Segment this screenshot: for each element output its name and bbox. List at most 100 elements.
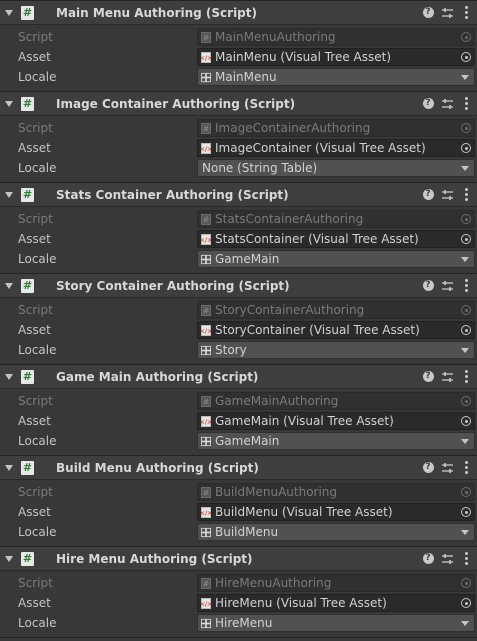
csharp-script-icon: #: [21, 460, 34, 475]
chevron-down-icon[interactable]: [461, 530, 469, 535]
component-header[interactable]: # Main Menu Authoring (Script) ?: [0, 1, 477, 25]
object-picker-icon[interactable]: [461, 143, 471, 153]
chevron-down-icon[interactable]: [461, 257, 469, 262]
svg-text:</>: </>: [201, 55, 211, 62]
help-icon[interactable]: ?: [421, 6, 435, 20]
script-value: HireMenuAuthoring: [215, 576, 332, 590]
object-picker-icon[interactable]: [461, 507, 471, 517]
locale-dropdown[interactable]: None (String Table): [197, 159, 475, 177]
chevron-down-icon[interactable]: [461, 166, 469, 171]
asset-value: StoryContainer (Visual Tree Asset): [215, 323, 420, 337]
chevron-down-icon[interactable]: [461, 621, 469, 626]
preset-sliders-icon[interactable]: [440, 552, 454, 566]
asset-field[interactable]: </> GameMain (Visual Tree Asset): [197, 412, 475, 430]
preset-sliders-icon[interactable]: [440, 461, 454, 475]
chevron-down-icon[interactable]: [5, 555, 13, 562]
chevron-down-icon[interactable]: [461, 439, 469, 444]
locale-dropdown[interactable]: Story: [197, 341, 475, 359]
locale-row: Locale Story: [0, 340, 477, 360]
script-value: BuildMenuAuthoring: [215, 485, 338, 499]
csharp-script-icon: #: [21, 369, 34, 384]
locale-dropdown[interactable]: GameMain: [197, 432, 475, 450]
asset-label: Asset: [18, 232, 51, 246]
chevron-down-icon[interactable]: [461, 348, 469, 353]
asset-value: StatsContainer (Visual Tree Asset): [215, 232, 419, 246]
asset-field[interactable]: </> ImageContainer (Visual Tree Asset): [197, 139, 475, 157]
component-block: # Game Main Authoring (Script) ? Script: [0, 364, 477, 455]
locale-value: Story: [215, 343, 247, 357]
kebab-menu-icon[interactable]: [459, 97, 473, 111]
chevron-down-icon[interactable]: [5, 191, 13, 198]
component-title: Game Main Authoring (Script): [56, 369, 259, 384]
chevron-down-icon[interactable]: [5, 373, 13, 380]
locale-value: HireMenu: [215, 616, 273, 630]
asset-field[interactable]: </> MainMenu (Visual Tree Asset): [197, 48, 475, 66]
kebab-menu-icon[interactable]: [459, 188, 473, 202]
help-icon[interactable]: ?: [421, 552, 435, 566]
string-table-icon: [201, 618, 211, 628]
component-header[interactable]: # Hire Menu Authoring (Script) ?: [0, 547, 477, 571]
component-header[interactable]: # Build Menu Authoring (Script) ?: [0, 456, 477, 480]
header-actions: ?: [416, 456, 473, 479]
object-picker-icon[interactable]: [461, 52, 471, 62]
asset-field[interactable]: </> StoryContainer (Visual Tree Asset): [197, 321, 475, 339]
script-field: # BuildMenuAuthoring: [197, 483, 475, 501]
script-field: # StatsContainerAuthoring: [197, 210, 475, 228]
preset-sliders-icon[interactable]: [440, 188, 454, 202]
preset-sliders-icon[interactable]: [440, 279, 454, 293]
help-icon[interactable]: ?: [421, 97, 435, 111]
asset-field[interactable]: </> BuildMenu (Visual Tree Asset): [197, 503, 475, 521]
object-picker-icon: [461, 214, 471, 224]
locale-dropdown[interactable]: MainMenu: [197, 68, 475, 86]
string-table-icon: [201, 254, 211, 264]
header-actions: ?: [416, 92, 473, 115]
csharp-script-icon: #: [21, 187, 34, 202]
preset-sliders-icon[interactable]: [440, 6, 454, 20]
component-header[interactable]: # Stats Container Authoring (Script) ?: [0, 183, 477, 207]
asset-value: ImageContainer (Visual Tree Asset): [215, 141, 426, 155]
chevron-down-icon[interactable]: [461, 75, 469, 80]
csharp-script-icon: #: [201, 304, 211, 316]
preset-sliders-icon[interactable]: [440, 97, 454, 111]
locale-row: Locale BuildMenu: [0, 522, 477, 542]
script-field: # ImageContainerAuthoring: [197, 119, 475, 137]
component-block: # Story Container Authoring (Script) ? S…: [0, 273, 477, 364]
kebab-menu-icon[interactable]: [459, 370, 473, 384]
kebab-menu-icon[interactable]: [459, 6, 473, 20]
help-icon[interactable]: ?: [421, 461, 435, 475]
asset-label: Asset: [18, 323, 51, 337]
object-picker-icon[interactable]: [461, 325, 471, 335]
script-field: # GameMainAuthoring: [197, 392, 475, 410]
chevron-down-icon[interactable]: [5, 464, 13, 471]
kebab-menu-icon[interactable]: [459, 279, 473, 293]
locale-dropdown[interactable]: BuildMenu: [197, 523, 475, 541]
chevron-down-icon[interactable]: [5, 100, 13, 107]
component-header[interactable]: # Image Container Authoring (Script) ?: [0, 92, 477, 116]
kebab-menu-icon[interactable]: [459, 552, 473, 566]
csharp-script-icon: #: [21, 5, 34, 20]
object-picker-icon[interactable]: [461, 416, 471, 426]
uxml-asset-icon: </>: [201, 51, 211, 63]
kebab-menu-icon[interactable]: [459, 461, 473, 475]
object-picker-icon[interactable]: [461, 234, 471, 244]
help-icon[interactable]: ?: [421, 188, 435, 202]
preset-sliders-icon[interactable]: [440, 370, 454, 384]
chevron-down-icon[interactable]: [5, 282, 13, 289]
locale-row: Locale GameMain: [0, 431, 477, 451]
component-header[interactable]: # Story Container Authoring (Script) ?: [0, 274, 477, 298]
object-picker-icon[interactable]: [461, 598, 471, 608]
header-actions: ?: [416, 365, 473, 388]
asset-value: MainMenu (Visual Tree Asset): [215, 50, 392, 64]
asset-field[interactable]: </> StatsContainer (Visual Tree Asset): [197, 230, 475, 248]
uxml-asset-icon: </>: [201, 597, 211, 609]
component-fields: Script # StoryContainerAuthoring Asset <…: [0, 298, 477, 360]
svg-text:#: #: [203, 124, 210, 133]
script-row: Script # StoryContainerAuthoring: [0, 300, 477, 320]
chevron-down-icon[interactable]: [5, 9, 13, 16]
locale-dropdown[interactable]: GameMain: [197, 250, 475, 268]
locale-dropdown[interactable]: HireMenu: [197, 614, 475, 632]
component-header[interactable]: # Game Main Authoring (Script) ?: [0, 365, 477, 389]
asset-field[interactable]: </> HireMenu (Visual Tree Asset): [197, 594, 475, 612]
help-icon[interactable]: ?: [421, 279, 435, 293]
help-icon[interactable]: ?: [421, 370, 435, 384]
